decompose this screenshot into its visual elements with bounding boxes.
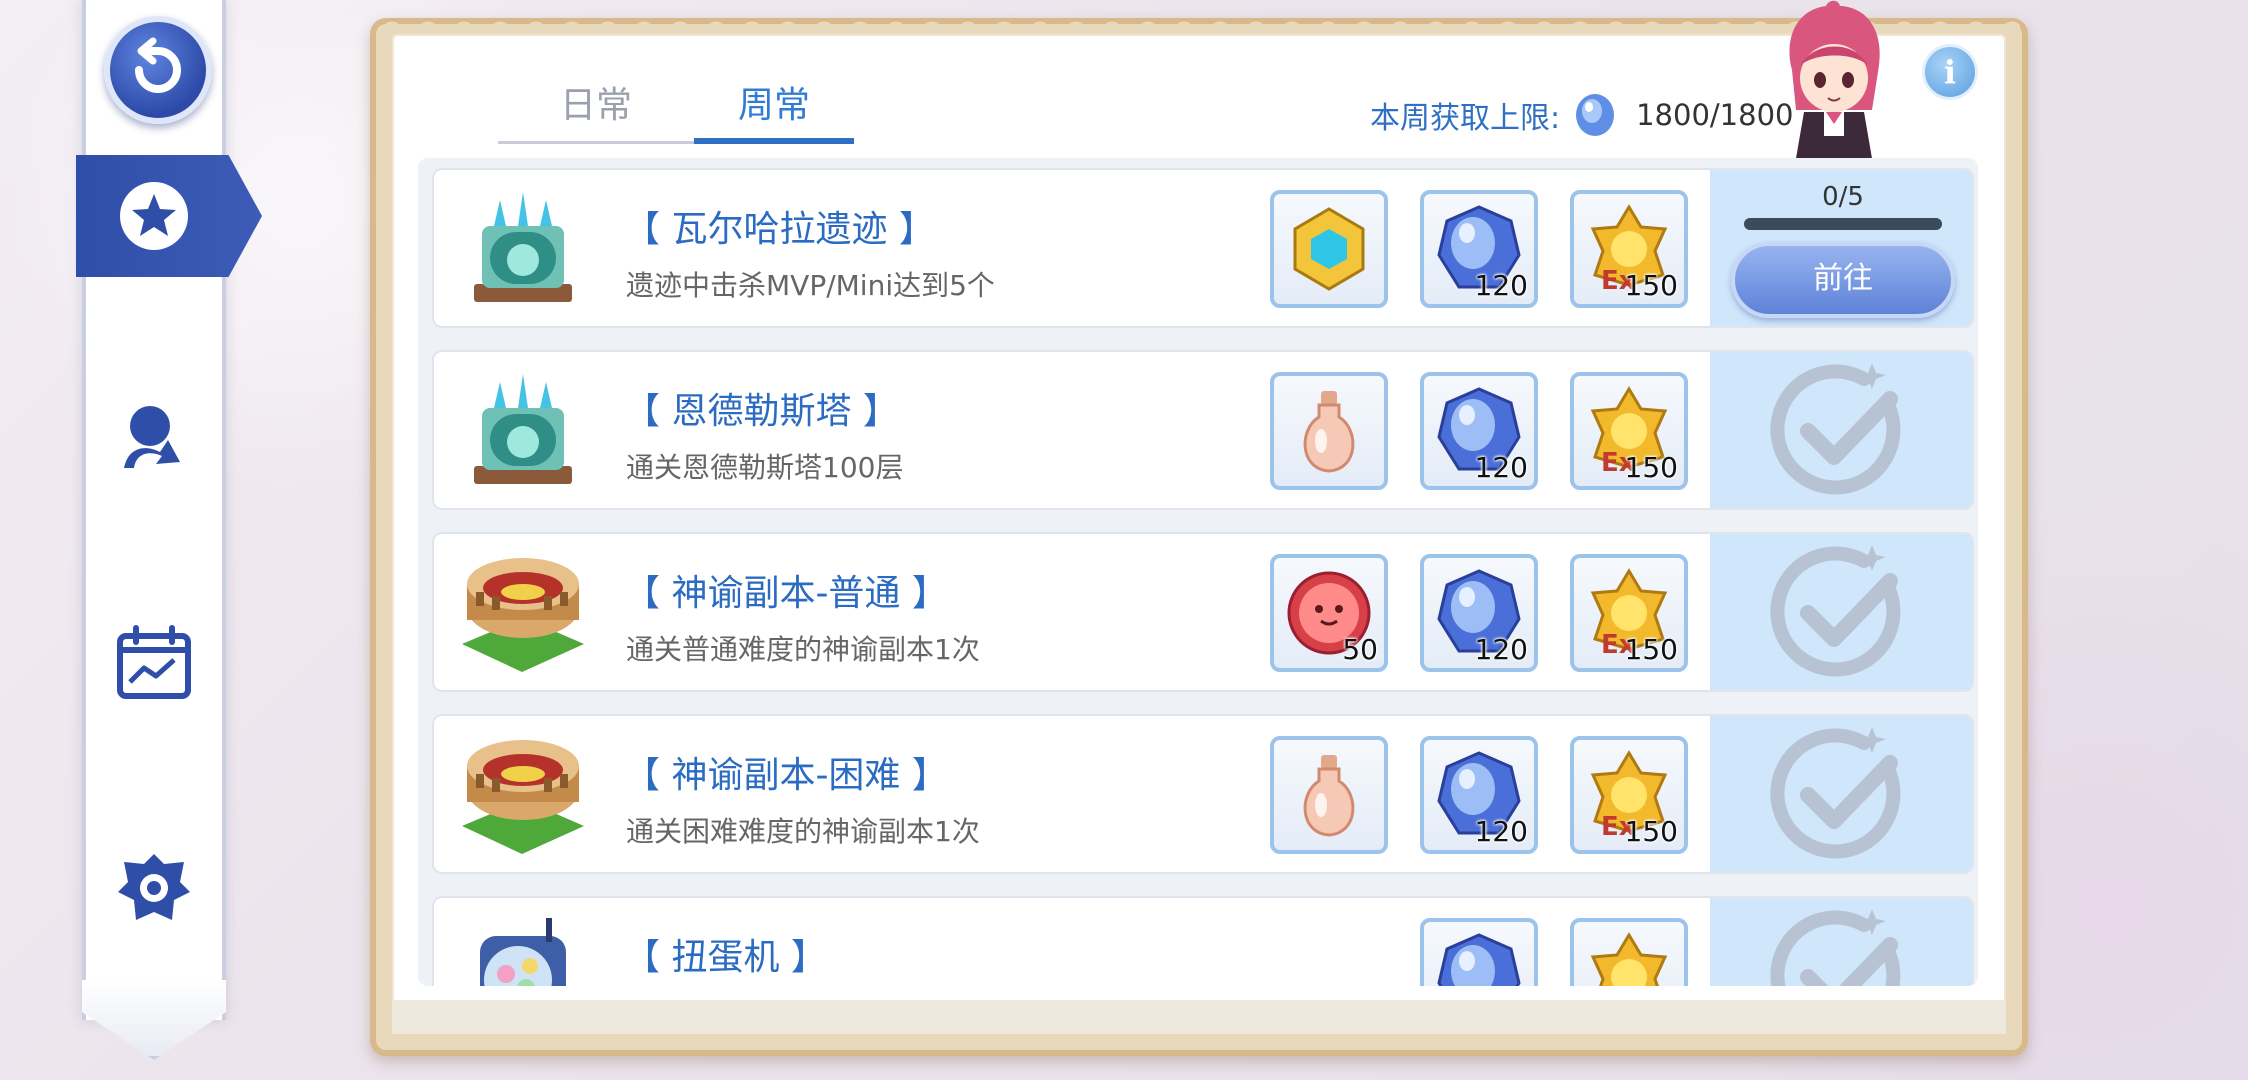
- reward-item[interactable]: 120: [1420, 736, 1538, 854]
- sidebar-item-calendar[interactable]: [104, 614, 204, 714]
- weekly-limit-value: 1800/1800: [1636, 98, 1794, 132]
- completed-check-icon: [1770, 727, 1901, 859]
- info-button[interactable]: i: [1922, 44, 1978, 100]
- tab-weekly[interactable]: 周常: [694, 78, 854, 144]
- sidebar-item-weekly-tasks[interactable]: [76, 155, 262, 277]
- tab-daily[interactable]: 日常: [498, 78, 694, 144]
- back-arrow-icon: [135, 37, 181, 93]
- sidebar-item-growth[interactable]: [104, 386, 204, 486]
- star-badge-icon: [120, 182, 188, 250]
- task-status: [1710, 716, 1972, 872]
- go-button[interactable]: 前往: [1731, 242, 1955, 318]
- reward-item[interactable]: Ex 150: [1570, 736, 1688, 854]
- back-button[interactable]: [104, 16, 212, 124]
- task-description: 通关恩德勒斯塔100层: [626, 451, 904, 484]
- reward-count: 120: [1474, 451, 1528, 484]
- reward-item[interactable]: [1570, 918, 1688, 986]
- task-status: [1710, 352, 1972, 508]
- info-icon: i: [1943, 53, 1957, 91]
- task-status: [1710, 898, 1972, 986]
- reward-item[interactable]: 50: [1270, 554, 1388, 672]
- reward-count: 150: [1624, 815, 1678, 848]
- task-row: 【 恩德勒斯塔 】 通关恩德勒斯塔100层 120 Ex 150: [432, 350, 1974, 510]
- crystal-icon: [1576, 94, 1615, 136]
- reward-count: 150: [1624, 451, 1678, 484]
- reward-item[interactable]: 120: [1420, 372, 1538, 490]
- completed-check-icon: [1770, 909, 1901, 986]
- task-description: 遗迹中击杀MVP/Mini达到5个: [626, 269, 995, 302]
- avatar: [1789, 0, 1880, 170]
- reward-count: 50: [1342, 633, 1378, 666]
- sidebar-item-guild[interactable]: [104, 840, 204, 940]
- reward-item[interactable]: 120: [1420, 554, 1538, 672]
- reward-item[interactable]: Ex 150: [1570, 372, 1688, 490]
- blue-crystal-icon: [1437, 933, 1521, 986]
- task-list[interactable]: 【 瓦尔哈拉遗迹 】 遗迹中击杀MVP/Mini达到5个 120 Ex 150 …: [418, 158, 1978, 986]
- task-row: 【 瓦尔哈拉遗迹 】 遗迹中击杀MVP/Mini达到5个 120 Ex 150 …: [432, 168, 1974, 328]
- task-title: 【 瓦尔哈拉遗迹 】: [624, 209, 935, 250]
- golden-cube-icon: [1293, 207, 1365, 291]
- reward-count: 120: [1474, 815, 1528, 848]
- potion-bottle-icon: [1303, 755, 1355, 837]
- reward-count: 120: [1474, 633, 1528, 666]
- reward-item[interactable]: [1270, 372, 1388, 490]
- colosseum-icon: [458, 548, 588, 678]
- completed-check-icon: [1770, 545, 1901, 677]
- task-row: 【 扭蛋机 】: [432, 896, 1974, 986]
- reward-item[interactable]: [1270, 190, 1388, 308]
- task-description: 通关普通难度的神谕副本1次: [626, 633, 980, 666]
- task-title: 【 恩德勒斯塔 】: [624, 391, 899, 432]
- progress-bar: [1744, 218, 1942, 230]
- task-row: 【 神谕副本-普通 】 通关普通难度的神谕副本1次 50 120 Ex 150: [432, 532, 1974, 692]
- reward-item[interactable]: Ex 150: [1570, 190, 1688, 308]
- colosseum-icon: [458, 730, 588, 860]
- task-title: 【 神谕副本-困难 】: [624, 755, 948, 796]
- reward-item[interactable]: 120: [1420, 190, 1538, 308]
- task-row: 【 神谕副本-困难 】 通关困难难度的神谕副本1次 120 Ex 150: [432, 714, 1974, 874]
- task-title: 【 扭蛋机 】: [624, 937, 827, 978]
- progress-text: 0/5: [1822, 182, 1864, 212]
- completed-check-icon: [1770, 363, 1901, 495]
- ruins-portal-icon: [458, 184, 588, 314]
- task-title: 【 神谕副本-普通 】: [624, 573, 948, 614]
- calendar-chart-icon: [117, 625, 191, 699]
- guild-emblem-icon: [118, 854, 190, 920]
- panel-bottom-edge: [392, 1000, 2006, 1034]
- reward-item[interactable]: [1270, 736, 1388, 854]
- weekly-limit: 本周获取上限: 1800/1800: [1370, 90, 1794, 140]
- reward-count: 150: [1624, 269, 1678, 302]
- reward-count: 150: [1624, 633, 1678, 666]
- growth-arrow-icon: [124, 406, 180, 468]
- gacha-machine-icon: [458, 912, 588, 986]
- reward-item[interactable]: [1420, 918, 1538, 986]
- task-status: 0/5 前往: [1710, 170, 1972, 326]
- potion-bottle-icon: [1303, 391, 1355, 473]
- task-description: 通关困难难度的神谕副本1次: [626, 815, 980, 848]
- task-status: [1710, 534, 1972, 690]
- ruins-portal-icon: [458, 366, 588, 496]
- reward-count: 120: [1474, 269, 1528, 302]
- weekly-limit-label: 本周获取上限:: [1370, 101, 1561, 136]
- ex-badge-icon: [1590, 932, 1668, 986]
- reward-item[interactable]: Ex 150: [1570, 554, 1688, 672]
